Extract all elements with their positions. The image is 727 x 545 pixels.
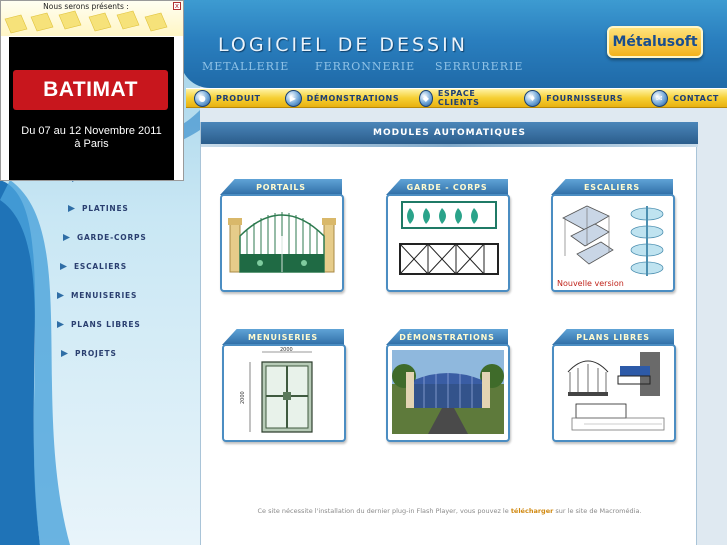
window-illustration: 2000 2000	[240, 347, 313, 433]
card-image-menuiseries: 2000 2000	[222, 344, 346, 442]
card-title: ESCALIERS	[551, 179, 673, 195]
sidebar-item-label: GARDE-CORPS	[77, 233, 147, 242]
card-title: PORTAILS	[220, 179, 342, 195]
sidebar-item-label: ESCALIERS	[74, 262, 127, 271]
card-title: DÉMONSTRATIONS	[386, 329, 508, 345]
play-icon: ▶	[284, 89, 302, 107]
site-header: LOGICIEL DE DESSIN METALLERIE FERRONNERI…	[180, 0, 727, 88]
arrow-icon	[63, 234, 70, 241]
subtitle-serrurerie: SERRURERIE	[435, 60, 524, 73]
sidebar-item-escaliers[interactable]: ESCALIERS	[60, 262, 127, 271]
nav-label: CONTACT	[673, 93, 719, 103]
nav-produit[interactable]: ● PRODUIT	[194, 88, 269, 108]
heading-divider	[201, 144, 698, 147]
sidebar-item-garde-corps[interactable]: GARDE-CORPS	[63, 233, 147, 242]
close-icon[interactable]: x	[173, 2, 181, 10]
card-image-demonstrations	[386, 344, 510, 442]
section-heading: MODULES AUTOMATIQUES	[201, 122, 698, 144]
batimat-logo: BATIMAT	[13, 70, 168, 110]
sidebar-item-plans-libres[interactable]: PLANS LIBRES	[57, 320, 141, 329]
nav-fournisseurs[interactable]: ♦ FOURNISSEURS	[524, 88, 631, 108]
arrow-icon	[60, 263, 67, 270]
card-image-escaliers: Nouvelle version	[551, 194, 675, 292]
batimat-brand: BATIMAT	[43, 78, 138, 101]
dimension-top: 2000	[280, 347, 293, 353]
supplier-icon: ♦	[524, 89, 542, 107]
event-location: à Paris	[74, 138, 109, 150]
sidebar-item-projets[interactable]: PROJETS	[61, 349, 117, 358]
card-menuiseries[interactable]: MENUISERIES 2000 2000	[222, 329, 346, 445]
nav-label: DÉMONSTRATIONS	[306, 93, 400, 103]
batimat-popup: Nous serons présents : x BATIMAT Du 07 a…	[0, 0, 184, 181]
nav-label: FOURNISSEURS	[546, 93, 624, 103]
gate-illustration	[228, 212, 336, 273]
card-garde-corps[interactable]: GARDE - CORPS	[386, 179, 510, 295]
sidebar-item-label: PROJETS	[75, 349, 117, 358]
event-dates: Du 07 au 12 Novembre 2011 à Paris	[9, 125, 174, 151]
card-portails[interactable]: PORTAILS	[220, 179, 344, 295]
download-link[interactable]: télécharger	[511, 507, 554, 515]
subtitle-metallerie: METALLERIE	[202, 60, 290, 73]
contact-icon: ✉	[651, 89, 669, 107]
arrow-icon	[57, 321, 64, 328]
main-nav: ● PRODUIT ▶ DÉMONSTRATIONS ◆ ESPACE CLIE…	[186, 88, 727, 108]
card-escaliers[interactable]: ESCALIERS Nouvelle version	[551, 179, 675, 295]
event-dates-line1: Du 07 au 12 Novembre 2011	[21, 125, 162, 137]
product-icon: ●	[194, 89, 211, 107]
card-demonstrations[interactable]: DÉMONSTRATIONS	[386, 329, 510, 445]
card-title: GARDE - CORPS	[386, 179, 508, 195]
sidebar-item-label: PLATINES	[82, 204, 129, 213]
metalusoft-logo[interactable]: Métalusoft	[607, 26, 703, 58]
card-image-portails	[220, 194, 344, 292]
site-title: LOGICIEL DE DESSIN	[218, 34, 468, 56]
popup-title: Nous serons présents :	[43, 2, 129, 11]
card-title: PLANS LIBRES	[552, 329, 674, 345]
arrow-icon	[68, 205, 75, 212]
new-version-note: Nouvelle version	[557, 279, 624, 288]
nav-label: ESPACE CLIENTS	[437, 89, 480, 107]
sidebar-item-label: MENUISERIES	[71, 291, 138, 300]
notice-text-end: sur le site de Macromédia.	[555, 507, 642, 515]
railing-illustration	[399, 201, 499, 275]
card-image-plans-libres	[552, 344, 676, 442]
sidebar-item-menuiseries[interactable]: MENUISERIES	[57, 291, 137, 300]
subtitle-ferronnerie: FERRONNERIE	[315, 60, 416, 73]
nav-espace-clients[interactable]: ◆ ESPACE CLIENTS	[419, 88, 510, 108]
main-panel: MODULES AUTOMATIQUES PORTAILS GARDE - CO…	[200, 122, 698, 545]
sidebar-item-label: PLANS LIBRES	[71, 320, 141, 329]
sidebar-item-platines[interactable]: PLATINES	[68, 204, 129, 213]
notice-text: Ce site nécessite l'installation du dern…	[257, 507, 509, 515]
card-plans-libres[interactable]: PLANS LIBRES	[552, 329, 676, 445]
card-title: MENUISERIES	[222, 329, 344, 345]
arrow-icon	[61, 350, 68, 357]
stairs-illustration	[562, 205, 664, 276]
plans-illustration	[567, 352, 665, 431]
dimension-side: 2000	[240, 391, 246, 404]
popup-banner[interactable]: BATIMAT Du 07 au 12 Novembre 2011 à Pari…	[9, 37, 174, 180]
nav-demonstrations[interactable]: ▶ DÉMONSTRATIONS	[284, 88, 408, 108]
arrow-icon	[57, 292, 64, 299]
card-image-garde-corps	[386, 194, 510, 292]
nav-label: PRODUIT	[216, 93, 261, 103]
flash-plugin-notice: Ce site nécessite l'installation du dern…	[201, 507, 698, 515]
nav-contact[interactable]: ✉ CONTACT	[651, 88, 727, 108]
clients-icon: ◆	[419, 89, 433, 107]
demo-gate-photo	[392, 350, 504, 434]
popup-header: Nous serons présents : x	[1, 1, 183, 36]
